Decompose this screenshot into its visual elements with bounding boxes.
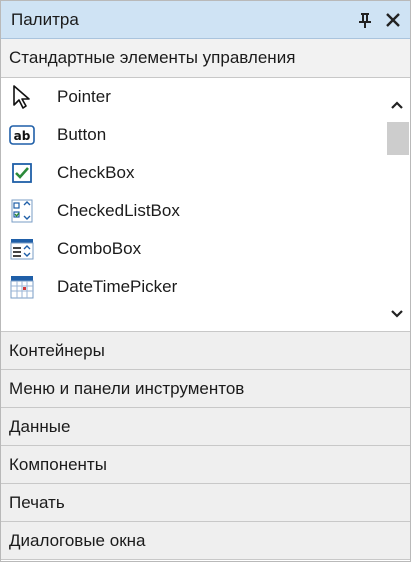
tool-label: CheckBox [57, 163, 135, 182]
checkbox-icon [9, 160, 35, 186]
scrollbar[interactable] [384, 78, 410, 331]
group-label: Стандартные элементы управления [9, 48, 296, 67]
button-ab-icon: ab [9, 122, 35, 148]
group-label: Данные [9, 416, 71, 436]
tool-list: Pointer ab Button CheckBox CheckedListBo… [1, 78, 410, 332]
pointer-arrow-icon [9, 84, 35, 110]
chevron-down-icon[interactable] [384, 303, 410, 325]
calendar-icon [9, 274, 35, 300]
title-bar: Палитра [1, 1, 410, 39]
tool-label: Button [57, 125, 107, 144]
tool-label: Pointer [57, 87, 111, 106]
panel-title: Палитра [11, 9, 79, 29]
tool-item-button[interactable]: ab Button [1, 116, 384, 154]
group-data[interactable]: Данные [1, 408, 410, 446]
tool-item-checkedlistbox[interactable]: CheckedListBox [1, 192, 384, 230]
group-printing[interactable]: Печать [1, 484, 410, 522]
group-label: Диалоговые окна [9, 530, 146, 550]
combobox-icon [9, 236, 35, 262]
group-label: Меню и панели инструментов [9, 378, 245, 398]
tool-label: CheckedListBox [57, 201, 180, 220]
chevron-up-icon[interactable] [384, 94, 410, 116]
pin-icon[interactable] [354, 9, 376, 31]
group-label: Контейнеры [9, 340, 105, 360]
group-components[interactable]: Компоненты [1, 446, 410, 484]
close-icon[interactable] [382, 9, 404, 31]
tool-item-pointer[interactable]: Pointer [1, 78, 384, 116]
tool-item-combobox[interactable]: ComboBox [1, 230, 384, 268]
group-containers[interactable]: Контейнеры [1, 332, 410, 370]
group-standard-controls[interactable]: Стандартные элементы управления [1, 39, 410, 78]
svg-text:ab: ab [14, 129, 31, 143]
checked-listbox-icon [9, 198, 35, 224]
toolbox-panel: Палитра Стандартные элементы управления [0, 0, 411, 562]
group-label: Компоненты [9, 454, 107, 474]
group-dialogs[interactable]: Диалоговые окна [1, 522, 410, 560]
tool-item-datetimepicker[interactable]: DateTimePicker [1, 268, 384, 306]
tool-label: ComboBox [57, 239, 142, 258]
group-menus-toolbars[interactable]: Меню и панели инструментов [1, 370, 410, 408]
tool-item-checkbox[interactable]: CheckBox [1, 154, 384, 192]
scroll-thumb[interactable] [387, 122, 409, 155]
group-label: Печать [9, 492, 65, 512]
tool-label: DateTimePicker [57, 277, 178, 296]
